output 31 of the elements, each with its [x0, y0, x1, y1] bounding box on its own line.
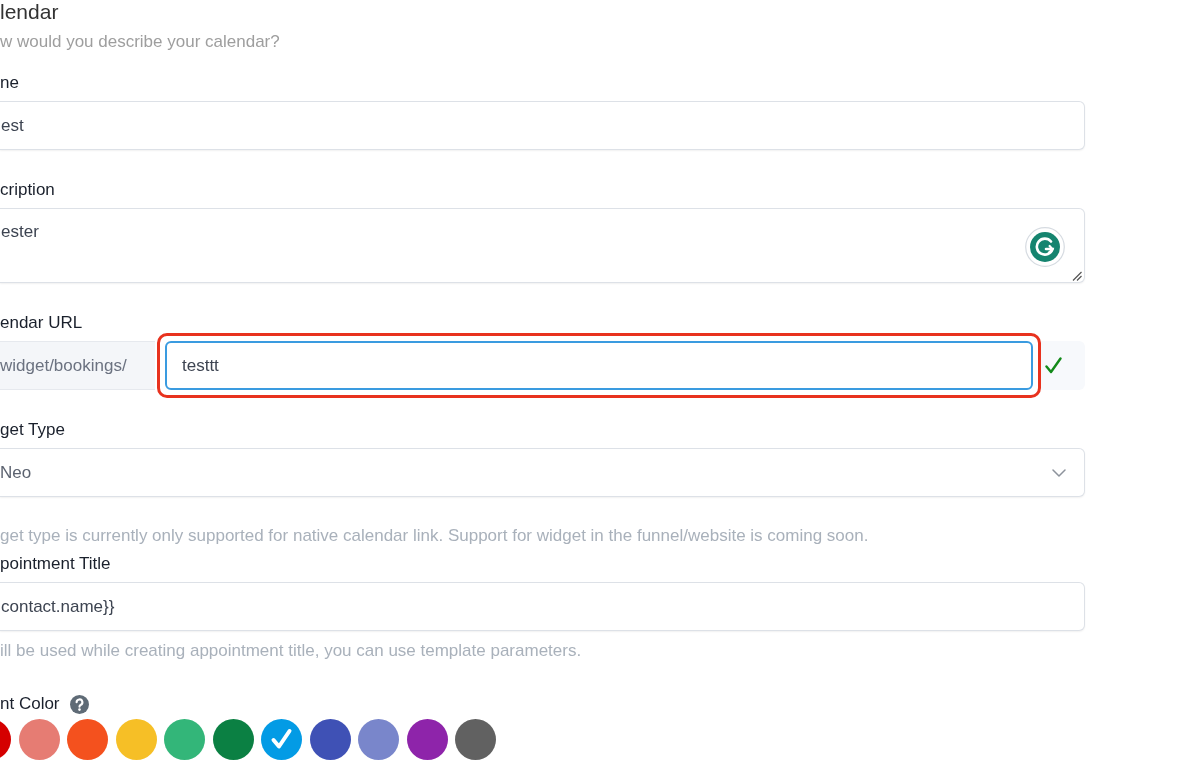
url-prefix: widget/bookings/	[0, 341, 155, 390]
text-input[interactable]: est	[0, 101, 1085, 150]
color-swatch-icon[interactable]	[18, 719, 60, 760]
widget-type-select[interactable]: Neo	[0, 448, 1085, 497]
field-label: endar URL	[0, 313, 83, 333]
help-icon[interactable]	[69, 694, 89, 714]
color-swatch-icon[interactable]	[115, 719, 157, 760]
chevron-down-icon	[1052, 468, 1066, 477]
color-swatch-icon[interactable]	[67, 719, 108, 760]
color-swatch-icon[interactable]	[261, 719, 302, 760]
color-swatch-icon[interactable]	[406, 719, 448, 760]
field-label: cription	[0, 180, 55, 200]
color-swatch-icon[interactable]	[309, 719, 351, 760]
field-label: get Type	[0, 420, 65, 440]
field-label: pointment Title	[0, 554, 111, 574]
field-label: ne	[0, 73, 19, 93]
color-swatch-icon[interactable]	[212, 719, 254, 760]
resize-grip-icon[interactable]	[1072, 271, 1082, 281]
color-swatch-icon[interactable]	[0, 719, 11, 760]
description-textarea[interactable]: ester	[0, 208, 1085, 283]
url-input[interactable]: testtt	[165, 341, 1033, 390]
section-title: lendar	[0, 0, 60, 24]
text-input[interactable]: contact.name}}	[0, 582, 1085, 631]
hint-text: ill be used while creating appointment title, you can use template parameters.	[0, 641, 583, 661]
color-swatch-icon[interactable]	[358, 719, 399, 760]
hint-text: get type is currently only supported for native calendar link. Support for widget in the funnel/website is coming soon.	[0, 526, 870, 546]
section-subtitle: w would you describe your calendar?	[0, 32, 281, 52]
color-swatch-icon[interactable]	[164, 719, 205, 760]
color-swatch-icon[interactable]	[455, 719, 496, 760]
field-label: nt Color	[0, 694, 60, 714]
letter-g-icon[interactable]	[1025, 227, 1065, 267]
